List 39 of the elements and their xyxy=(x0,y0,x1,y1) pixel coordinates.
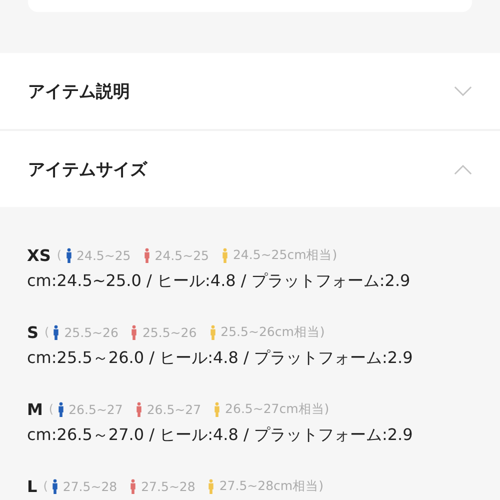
size-range: 25.5~26cm相当) xyxy=(220,324,325,340)
size-range: 26.5~27 xyxy=(146,402,202,416)
size-range: 27.5~28 xyxy=(62,478,118,494)
size-range: 26.5~27cm相当) xyxy=(225,400,330,418)
person-icon xyxy=(53,324,60,340)
size-range: 24.5~25cm相当) xyxy=(232,246,338,264)
section-title: アイテムサイズ xyxy=(28,158,147,180)
size-label: S xyxy=(27,322,39,342)
parenthesis: ( xyxy=(44,325,50,339)
parenthesis: ( xyxy=(56,248,62,262)
person-icon xyxy=(208,478,214,494)
size-range: 24.5~25 xyxy=(154,248,209,262)
person-icon xyxy=(222,248,228,262)
person-icon xyxy=(130,478,136,494)
size-label: M xyxy=(27,400,43,418)
person-icon xyxy=(136,402,142,416)
size-range: 25.5~26 xyxy=(142,324,197,340)
parenthesis: ( xyxy=(48,402,54,416)
person-icon xyxy=(210,324,216,340)
person-icon xyxy=(214,402,220,416)
size-detail: cm:26.5～27.0 / ヒール:4.8 / プラットフォーム:2.9 xyxy=(27,425,414,446)
size-detail: cm:24.5~25.0 / ヒール:4.8 / プラットフォーム:2.9 xyxy=(27,271,412,292)
size-range: 25.5~26 xyxy=(64,324,118,340)
person-icon xyxy=(144,248,150,262)
accordion-header[interactable]: アイテムサイズ xyxy=(0,129,500,207)
person-icon xyxy=(66,248,72,262)
size-label: XS xyxy=(27,246,51,264)
size-range: 26.5~27 xyxy=(68,402,123,416)
size-range: 27.5~28cm相当) xyxy=(219,478,324,494)
person-icon xyxy=(58,402,64,416)
size-range: 24.5~25 xyxy=(76,248,131,262)
size-detail: cm:25.5～26.0 / ヒール:4.8 / プラットフォーム:2.9 xyxy=(27,348,414,369)
accordion-header[interactable]: アイテム説明 xyxy=(0,53,500,129)
parenthesis: ( xyxy=(43,479,48,493)
person-icon xyxy=(52,478,58,494)
person-icon xyxy=(131,324,138,340)
size-range: 27.5~28 xyxy=(141,478,196,494)
section-title: アイテム説明 xyxy=(28,80,130,102)
size-label: L xyxy=(27,476,38,496)
